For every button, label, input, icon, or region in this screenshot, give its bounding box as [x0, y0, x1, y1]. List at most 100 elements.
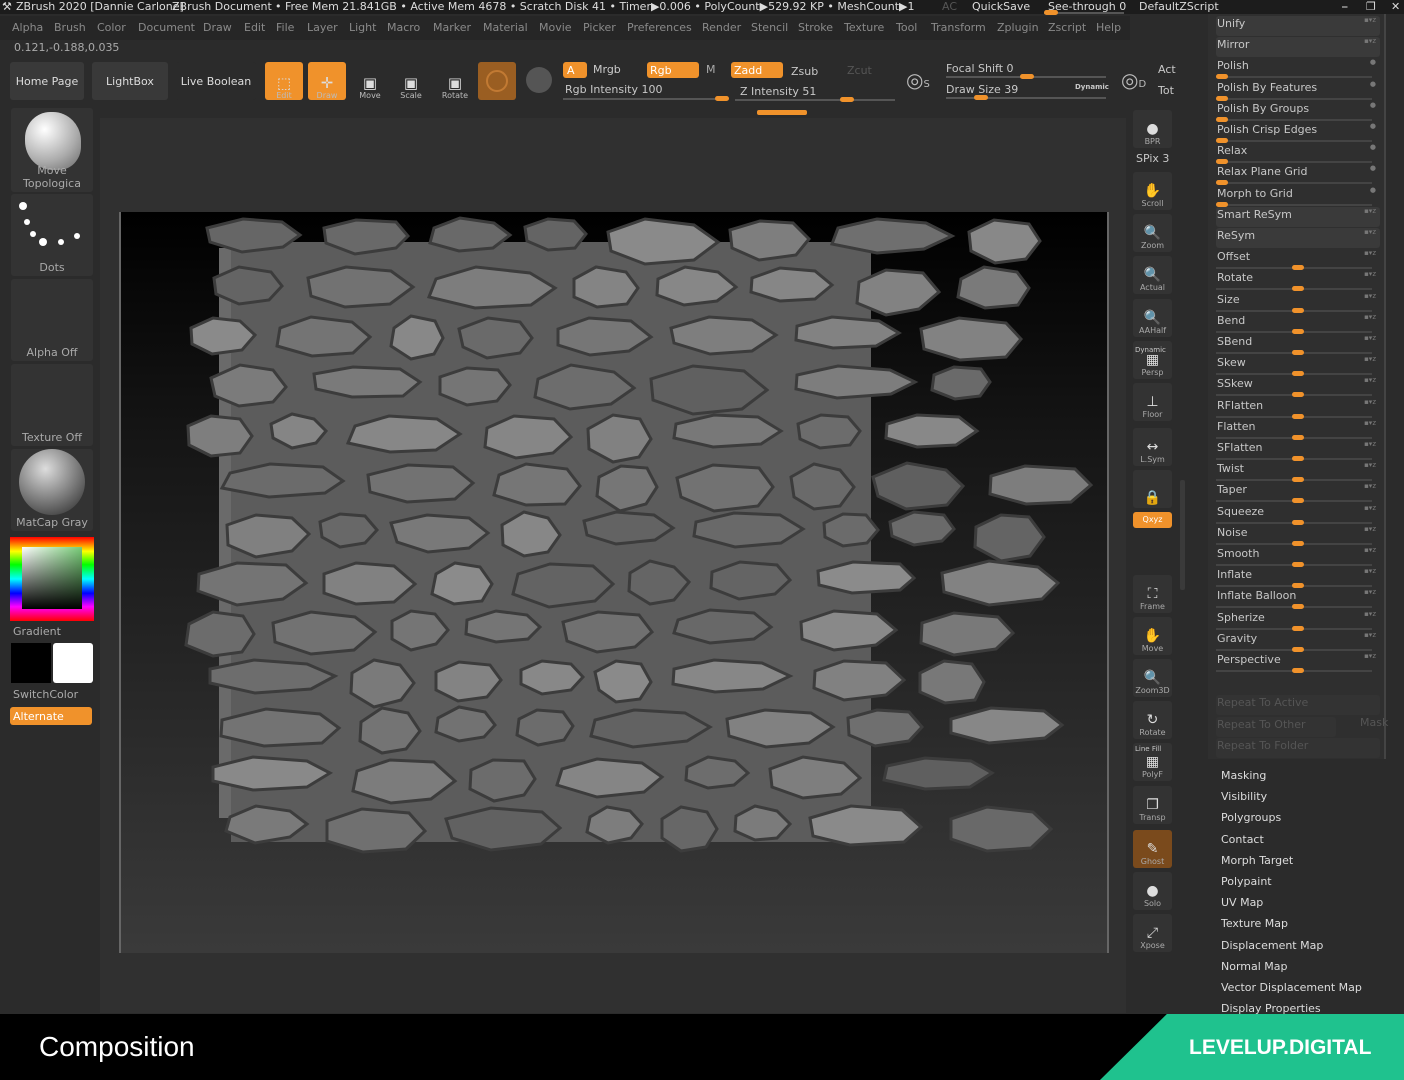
scale-button[interactable]: ▣ Scale — [393, 64, 429, 100]
axis-toggle-icon[interactable]: ▪▾z — [1364, 631, 1376, 639]
axis-toggle-icon[interactable]: ▪▾z — [1364, 504, 1376, 512]
quicksave-button[interactable]: QuickSave — [972, 0, 1030, 13]
axis-toggle-icon[interactable]: ▪▾z — [1364, 652, 1376, 660]
texture-sphere-icon[interactable] — [526, 67, 552, 93]
deformation-unify[interactable]: Unify ▪▾z — [1216, 16, 1380, 36]
axis-toggle-icon[interactable]: ▪▾z — [1364, 292, 1376, 300]
axis-toggle-icon[interactable]: ▪▾z — [1364, 249, 1376, 257]
axis-toggle-icon[interactable]: ▪▾z — [1364, 461, 1376, 469]
shelf-bpr-button[interactable]: ● BPR — [1133, 110, 1172, 148]
document-canvas[interactable] — [119, 212, 1109, 953]
a-button[interactable]: A — [563, 62, 587, 78]
slider[interactable] — [1216, 159, 1372, 165]
shelf-ghost-button[interactable]: ✎ Ghost — [1133, 830, 1172, 868]
close-icon[interactable]: ✕ — [1391, 0, 1400, 13]
deformation-smart-resym[interactable]: Smart ReSym ▪▾z — [1216, 206, 1380, 227]
deformation-spherize[interactable]: Spherize ▪▾z — [1216, 610, 1380, 631]
slider[interactable] — [1216, 604, 1372, 610]
deformation-offset[interactable]: Offset ▪▾z — [1216, 249, 1380, 271]
zsub-button[interactable]: Zsub — [791, 65, 818, 78]
slider[interactable] — [1216, 328, 1372, 334]
subpalette-polygroups[interactable]: Polygroups — [1221, 811, 1281, 824]
menu-material[interactable]: Material — [483, 21, 528, 34]
subpalette-polypaint[interactable]: Polypaint — [1221, 875, 1272, 888]
z-intensity-slider[interactable] — [735, 97, 895, 102]
minimize-icon[interactable]: ⎯ — [1342, 0, 1348, 14]
slider-knob[interactable] — [1292, 668, 1304, 673]
deformation-morph-to-grid[interactable]: Morph to Grid ● — [1216, 186, 1380, 207]
slider[interactable] — [1216, 540, 1372, 546]
stroke-selector[interactable]: Dots — [11, 194, 93, 276]
slider[interactable] — [1216, 498, 1372, 504]
slider[interactable] — [1216, 392, 1372, 398]
axis-toggle-icon[interactable]: ▪▾z — [1364, 376, 1376, 384]
menu-document[interactable]: Document — [138, 21, 195, 34]
menu-brush[interactable]: Brush — [54, 21, 86, 34]
repeat-0-button[interactable]: Repeat To Active — [1216, 695, 1380, 716]
repeat-2-button[interactable]: Repeat To Folder — [1216, 737, 1380, 758]
deformation-mirror[interactable]: Mirror ▪▾z — [1216, 37, 1380, 58]
slider[interactable] — [1216, 562, 1372, 567]
shelf-actual-button[interactable]: 🔍 Actual — [1133, 256, 1172, 294]
rotate-button[interactable]: ▣ Rotate — [437, 64, 473, 100]
slider[interactable] — [1216, 646, 1372, 652]
slider-knob[interactable] — [1216, 201, 1228, 207]
axis-toggle-icon[interactable]: ▪▾z — [1364, 398, 1376, 406]
axis-toggle-icon[interactable]: ▪▾z — [1364, 610, 1376, 618]
axis-toggle-icon[interactable]: ▪▾z — [1364, 228, 1376, 236]
shelf-zoom-button[interactable]: 🔍 Zoom — [1133, 214, 1172, 252]
axis-toggle-icon[interactable]: ▪▾z — [1364, 567, 1376, 575]
menu-help[interactable]: Help — [1096, 21, 1121, 34]
menu-layer[interactable]: Layer — [307, 21, 338, 34]
menu-preferences[interactable]: Preferences — [627, 21, 692, 34]
deformation-twist[interactable]: Twist ▪▾z — [1216, 461, 1380, 483]
menu-transform[interactable]: Transform — [931, 21, 986, 34]
subpalette-texture-map[interactable]: Texture Map — [1221, 917, 1288, 930]
gradient-label[interactable]: Gradient — [13, 625, 61, 638]
menu-picker[interactable]: Picker — [583, 21, 616, 34]
deformation-rotate[interactable]: Rotate ▪▾z — [1216, 270, 1380, 292]
zadd-button[interactable]: Zadd — [731, 62, 783, 78]
alternate-button[interactable]: Alternate — [10, 707, 92, 725]
subpalette-displacement-map[interactable]: Displacement Map — [1221, 939, 1323, 952]
axis-toggle-icon[interactable]: ▪▾z — [1364, 16, 1376, 24]
rgb-intensity-slider[interactable] — [563, 96, 729, 101]
deformation-rflatten[interactable]: RFlatten ▪▾z — [1216, 398, 1380, 419]
axis-toggle-icon[interactable]: ▪▾z — [1364, 355, 1376, 363]
dynamic-toggle[interactable]: Dynamic — [1075, 83, 1109, 91]
draw-size-slider[interactable] — [946, 95, 1106, 100]
axis-toggle-icon[interactable]: ▪▾z — [1364, 440, 1376, 448]
menu-macro[interactable]: Macro — [387, 21, 420, 34]
axis-toggle-icon[interactable]: ● — [1370, 164, 1376, 172]
subpalette-masking[interactable]: Masking — [1221, 769, 1266, 782]
color-square[interactable] — [22, 547, 82, 609]
repeat-1-button[interactable]: Repeat To Other — [1216, 716, 1336, 737]
shelf-rotate-button[interactable]: ↻ Rotate — [1133, 701, 1172, 739]
slider[interactable] — [1216, 265, 1372, 271]
deformation-polish-crisp-edges[interactable]: Polish Crisp Edges ● — [1216, 122, 1380, 143]
axis-toggle-icon[interactable]: ▪▾z — [1364, 313, 1376, 321]
deformation-size[interactable]: Size ▪▾z — [1216, 292, 1380, 313]
live-boolean-button[interactable]: Live Boolean — [176, 62, 256, 100]
menu-zplugin[interactable]: Zplugin — [997, 21, 1039, 34]
sculptris-icon[interactable]: ◎S — [906, 68, 930, 92]
rgb-button[interactable]: Rgb — [647, 62, 699, 78]
color-picker[interactable] — [10, 537, 94, 621]
focal-shift-slider[interactable] — [946, 74, 1106, 79]
edit-button[interactable]: ⬚ Edit — [265, 62, 303, 100]
menu-color[interactable]: Color — [97, 21, 126, 34]
subpalette-normal-map[interactable]: Normal Map — [1221, 960, 1288, 973]
zcut-button[interactable]: Zcut — [847, 64, 872, 77]
shelf-lock-button[interactable]: 🔒 — [1133, 470, 1172, 508]
stone-wall-model[interactable] — [121, 212, 1111, 953]
shelf-frame-button[interactable]: ⛶ Frame — [1133, 575, 1172, 613]
deformation-skew[interactable]: Skew ▪▾z — [1216, 355, 1380, 377]
default-zscript[interactable]: DefaultZScript — [1139, 0, 1219, 13]
m-button[interactable]: M — [706, 63, 716, 76]
axis-toggle-icon[interactable]: ▪▾z — [1364, 546, 1376, 554]
slider[interactable] — [1216, 286, 1372, 292]
menu-stencil[interactable]: Stencil — [751, 21, 788, 34]
axis-toggle-icon[interactable]: ● — [1370, 122, 1376, 130]
slider[interactable] — [1216, 350, 1372, 355]
deformation-flatten[interactable]: Flatten ▪▾z — [1216, 419, 1380, 440]
